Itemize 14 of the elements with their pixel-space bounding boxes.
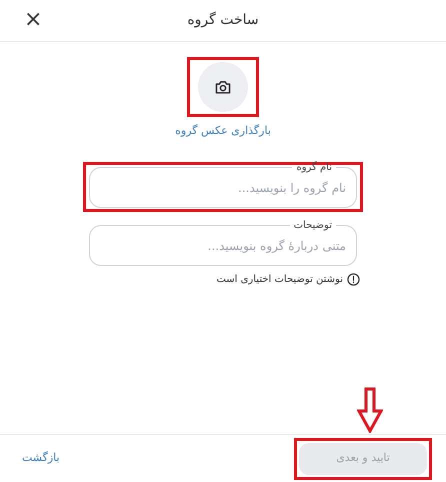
back-link[interactable]: بازگشت — [22, 450, 60, 467]
field-label: توضیحات — [292, 218, 333, 232]
field-label: نام گروه — [295, 160, 333, 174]
close-button[interactable]: × — [24, 8, 42, 32]
text-field[interactable]: نام گروه نام گروه را بنویسید... — [89, 160, 357, 208]
text-field[interactable]: توضیحات متنی دربارهٔ گروه بنویسید... — [89, 218, 357, 266]
info-icon — [347, 272, 360, 286]
optional-note: نوشتن توضیحات اختیاری است — [216, 272, 343, 286]
photo-upload-button[interactable] — [198, 62, 248, 112]
text-input[interactable]: نام گروه را بنویسید... — [100, 178, 346, 196]
camera-icon — [214, 79, 232, 95]
text-input[interactable]: متنی دربارهٔ گروه بنویسید... — [100, 236, 346, 254]
upload-photo-link[interactable]: بارگذاری عکس گروه — [175, 123, 271, 140]
dialog-title: ساخت گروه — [187, 10, 259, 30]
